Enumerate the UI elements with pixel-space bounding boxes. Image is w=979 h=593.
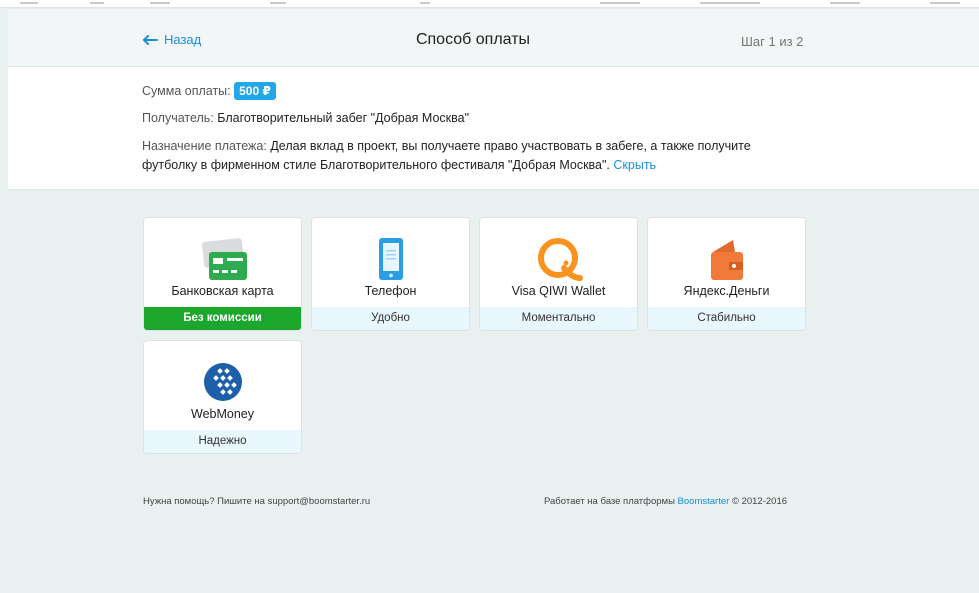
method-tag: Моментально: [480, 307, 637, 330]
method-yandex-money[interactable]: Яндекс.Деньги Стабильно: [647, 217, 806, 331]
method-name: Банковская карта: [171, 284, 274, 298]
method-tag: Стабильно: [648, 307, 805, 330]
bank-card-icon: [201, 238, 247, 280]
method-name: Visa QIWI Wallet: [511, 284, 606, 298]
amount-label: Сумма оплаты:: [142, 84, 231, 98]
method-tag: Без комиссии: [144, 307, 301, 330]
recipient-row: Получатель: Благотворительный забег "Доб…: [142, 109, 469, 127]
purpose-line1: Делая вклад в проект, вы получаете право…: [270, 139, 751, 153]
boomstarter-link[interactable]: Boomstarter: [678, 496, 730, 507]
purpose-row: Назначение платежа: Делая вклад в проект…: [142, 137, 751, 155]
method-phone[interactable]: Телефон Удобно: [311, 217, 470, 331]
hide-link[interactable]: Скрыть: [613, 158, 656, 172]
payment-info: Сумма оплаты: 500 ₽ Получатель: Благотво…: [8, 67, 979, 190]
yandex-money-icon: [710, 240, 743, 280]
amount-badge: 500 ₽: [234, 82, 276, 100]
recipient-label: Получатель:: [142, 111, 214, 125]
webmoney-icon: [203, 363, 242, 401]
method-qiwi[interactable]: Visa QIWI Wallet Моментально: [479, 217, 638, 331]
amount-row: Сумма оплаты: 500 ₽: [142, 82, 276, 100]
method-webmoney[interactable]: WebMoney Надежно: [143, 340, 302, 454]
browser-top-strip: [0, 0, 979, 8]
platform-suffix: © 2012-2016: [731, 496, 788, 507]
method-name: Яндекс.Деньги: [683, 284, 770, 298]
phone-icon: [378, 238, 403, 280]
method-bank-card[interactable]: Банковская карта Без комиссии: [143, 217, 302, 331]
page-header: Назад Способ оплаты Шаг 1 из 2: [8, 9, 979, 67]
qiwi-icon: [537, 238, 583, 281]
purpose-label: Назначение платежа:: [142, 139, 267, 153]
recipient-value: Благотворительный забег "Добрая Москва": [217, 111, 470, 125]
method-name: WebMoney: [191, 407, 254, 421]
method-tag: Надежно: [144, 430, 301, 453]
purpose-row-2: футболку в фирменном стиле Благотворител…: [142, 156, 656, 174]
help-text: Нужна помощь? Пишите на support@boomstar…: [143, 496, 371, 507]
method-tag: Удобно: [312, 307, 469, 330]
step-indicator: Шаг 1 из 2: [741, 34, 804, 49]
platform-prefix: Работает на базе платформы: [544, 496, 675, 507]
purpose-line2: футболку в фирменном стиле Благотворител…: [142, 158, 610, 172]
platform-credit: Работает на базе платформы Boomstarter ©…: [544, 496, 787, 507]
method-name: Телефон: [364, 284, 417, 298]
